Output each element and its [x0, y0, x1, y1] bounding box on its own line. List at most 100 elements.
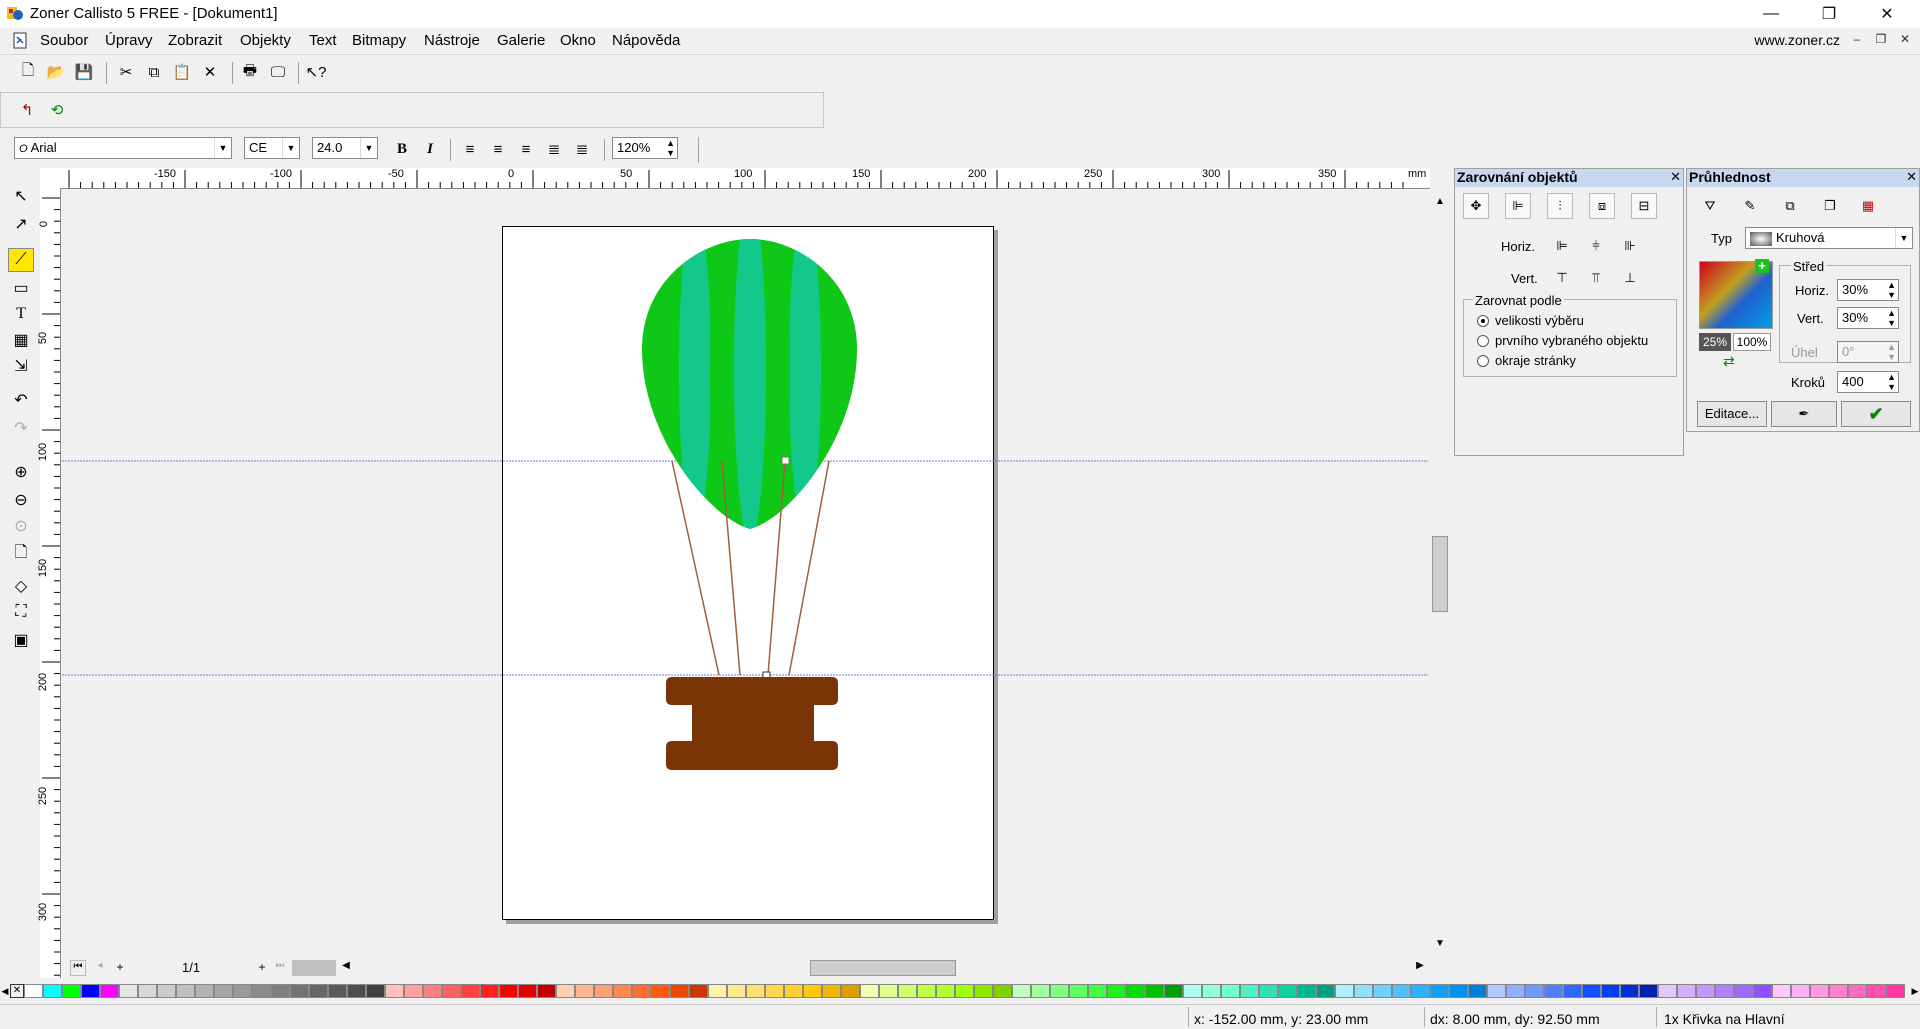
- color-swatch[interactable]: [233, 984, 252, 998]
- color-swatch[interactable]: [1639, 984, 1658, 998]
- scroll-right-arrow-icon[interactable]: ▶: [1412, 960, 1428, 976]
- color-swatch[interactable]: [214, 984, 233, 998]
- color-swatch[interactable]: [1221, 984, 1240, 998]
- color-swatch[interactable]: [43, 984, 62, 998]
- color-swatch[interactable]: [708, 984, 727, 998]
- color-swatch[interactable]: [955, 984, 974, 998]
- color-swatch[interactable]: [1012, 984, 1031, 998]
- color-swatch[interactable]: [290, 984, 309, 998]
- align-bottom-icon[interactable]: ⊥: [1617, 265, 1643, 291]
- menu-galerie[interactable]: Galerie: [497, 32, 545, 49]
- color-swatch[interactable]: [461, 984, 480, 998]
- shadow-icon[interactable]: ❐: [1817, 193, 1843, 219]
- color-swatch[interactable]: [1696, 984, 1715, 998]
- color-swatch[interactable]: [1316, 984, 1335, 998]
- fill-bucket-icon[interactable]: ⛛: [1697, 193, 1723, 219]
- close-button[interactable]: ✕: [1858, 0, 1916, 28]
- color-swatch[interactable]: [366, 984, 385, 998]
- color-swatch[interactable]: [81, 984, 100, 998]
- color-swatch[interactable]: [746, 984, 765, 998]
- print-icon[interactable]: 🖶: [238, 60, 262, 84]
- color-swatch[interactable]: [1278, 984, 1297, 998]
- color-swatch[interactable]: [1449, 984, 1468, 998]
- shape-edit-icon[interactable]: ↗: [8, 212, 34, 236]
- new-file-icon[interactable]: 🗋: [16, 60, 40, 84]
- radio-selection-size[interactable]: [1477, 315, 1489, 327]
- color-swatch[interactable]: [157, 984, 176, 998]
- eyedropper-icon[interactable]: ✒: [1771, 401, 1837, 427]
- maximize-button[interactable]: ❐: [1800, 0, 1858, 28]
- menu-bitmapy[interactable]: Bitmapy: [352, 32, 406, 49]
- color-swatch[interactable]: [917, 984, 936, 998]
- color-swatch[interactable]: [1297, 984, 1316, 998]
- color-swatch[interactable]: [1164, 984, 1183, 998]
- display-icon[interactable]: 🖵: [266, 60, 290, 84]
- copy-icon[interactable]: ⧉: [142, 60, 166, 84]
- color-swatch[interactable]: [1031, 984, 1050, 998]
- bold-button[interactable]: B: [390, 137, 414, 161]
- color-swatch[interactable]: [1335, 984, 1354, 998]
- align-right-icon[interactable]: ≡: [514, 137, 538, 161]
- cut-icon[interactable]: ✂: [114, 60, 138, 84]
- color-swatch[interactable]: [784, 984, 803, 998]
- line-tool-icon[interactable]: ⟋: [8, 248, 34, 272]
- color-swatch[interactable]: [1373, 984, 1392, 998]
- color-swatch[interactable]: [385, 984, 404, 998]
- color-swatch[interactable]: [1677, 984, 1696, 998]
- justify-all-icon[interactable]: ≣: [570, 137, 594, 161]
- menu-napoveda[interactable]: Nápověda: [612, 32, 680, 49]
- end-opacity[interactable]: 100%: [1733, 333, 1771, 351]
- color-swatch[interactable]: [936, 984, 955, 998]
- color-swatch[interactable]: [1829, 984, 1848, 998]
- color-swatch[interactable]: [1734, 984, 1753, 998]
- color-swatch[interactable]: [974, 984, 993, 998]
- fill-icon[interactable]: ◇: [8, 574, 34, 598]
- text-tool-icon[interactable]: T: [8, 302, 34, 326]
- vertical-scroll-thumb[interactable]: [1432, 536, 1448, 612]
- document-icon[interactable]: [12, 32, 30, 50]
- color-swatch[interactable]: [1430, 984, 1449, 998]
- prev-page-icon[interactable]: ◂: [92, 960, 108, 976]
- color-swatch[interactable]: [62, 984, 81, 998]
- color-swatch[interactable]: [1867, 984, 1886, 998]
- option-selection-size[interactable]: velikosti výběru: [1495, 313, 1584, 328]
- align-top-icon[interactable]: ⊤: [1549, 265, 1575, 291]
- drawing-canvas[interactable]: [62, 189, 1428, 957]
- menu-text[interactable]: Text: [309, 32, 337, 49]
- redo-icon[interactable]: ↷: [8, 416, 34, 440]
- paste-icon[interactable]: 📋: [170, 60, 194, 84]
- zoom-in-icon[interactable]: ⊕: [8, 460, 34, 484]
- mdi-restore-button[interactable]: ❐: [1872, 32, 1890, 50]
- color-swatch[interactable]: [803, 984, 822, 998]
- copy-style-icon[interactable]: ⧉: [1777, 193, 1803, 219]
- color-swatch[interactable]: [822, 984, 841, 998]
- color-swatch[interactable]: [689, 984, 708, 998]
- color-swatch[interactable]: [518, 984, 537, 998]
- add-page-before-icon[interactable]: +: [112, 960, 128, 976]
- color-swatch[interactable]: [138, 984, 157, 998]
- transform-icon[interactable]: ⟲: [45, 98, 69, 122]
- font-name-select[interactable]: O Arial ▼: [14, 137, 232, 159]
- properties-icon[interactable]: ▣: [8, 628, 34, 652]
- font-size-select[interactable]: 24.0 ▼: [312, 137, 378, 159]
- color-swatch[interactable]: [309, 984, 328, 998]
- color-swatch[interactable]: [1069, 984, 1088, 998]
- color-swatch[interactable]: [1620, 984, 1639, 998]
- ruler-corner[interactable]: [40, 168, 63, 189]
- color-swatch[interactable]: [727, 984, 746, 998]
- align-vcenter-icon[interactable]: ⫪: [1583, 265, 1609, 291]
- color-swatch[interactable]: [195, 984, 214, 998]
- color-swatch[interactable]: [993, 984, 1012, 998]
- color-swatch[interactable]: [594, 984, 613, 998]
- color-swatch[interactable]: [176, 984, 195, 998]
- color-swatch[interactable]: [24, 984, 43, 998]
- menu-upravy[interactable]: Úpravy: [105, 32, 153, 49]
- save-icon[interactable]: 💾: [72, 60, 96, 84]
- steps-field[interactable]: 400 ▲ ▼: [1837, 371, 1899, 393]
- color-swatch[interactable]: [1050, 984, 1069, 998]
- edit-button[interactable]: Editace...: [1697, 401, 1767, 427]
- color-swatch[interactable]: [119, 984, 138, 998]
- color-swatch[interactable]: [271, 984, 290, 998]
- color-swatch[interactable]: [1658, 984, 1677, 998]
- horiz-field[interactable]: 30% ▲ ▼: [1837, 279, 1899, 301]
